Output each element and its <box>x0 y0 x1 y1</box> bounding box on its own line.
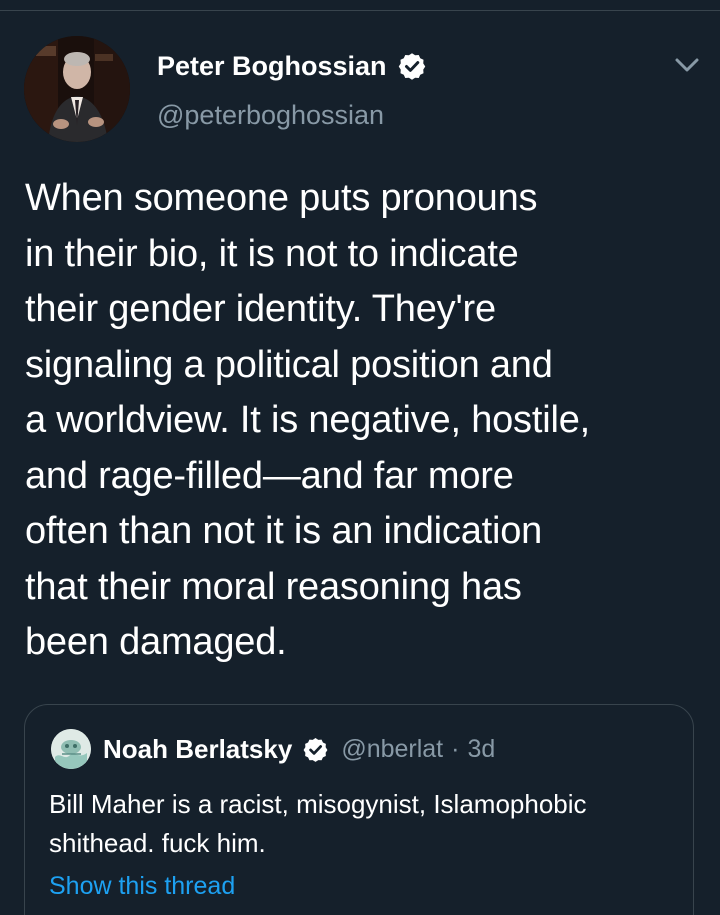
verified-badge-icon <box>398 53 425 80</box>
author-handle[interactable]: @peterboghossian <box>157 98 384 132</box>
chevron-down-icon[interactable] <box>670 50 704 80</box>
quoted-tweet-card[interactable]: Noah Berlatsky @nberlat · 3d Bill Maher … <box>24 704 694 915</box>
author-avatar[interactable] <box>24 36 130 142</box>
top-divider <box>0 10 720 11</box>
tweet-detail-page: Peter Boghossian @peterboghossian When s… <box>0 0 720 915</box>
quoted-author-avatar-image <box>51 729 91 769</box>
quoted-author-avatar[interactable] <box>51 729 91 769</box>
quoted-verified-badge-icon <box>303 737 328 762</box>
quoted-tweet-header: Noah Berlatsky @nberlat · 3d <box>51 729 495 769</box>
quoted-author-handle[interactable]: @nberlat <box>341 735 443 764</box>
show-thread-link[interactable]: Show this thread <box>49 869 235 903</box>
author-name-row: Peter Boghossian <box>157 48 427 84</box>
quoted-tweet-text: Bill Maher is a racist, misogynist, Isla… <box>49 789 587 858</box>
tweet-text: When someone puts pronouns in their bio,… <box>25 177 590 663</box>
quoted-author-name[interactable]: Noah Berlatsky <box>103 734 292 765</box>
author-name[interactable]: Peter Boghossian <box>157 48 387 84</box>
quoted-tweet-time[interactable]: 3d <box>467 735 495 764</box>
quoted-meta-separator: · <box>451 734 460 763</box>
author-avatar-image <box>24 36 130 142</box>
